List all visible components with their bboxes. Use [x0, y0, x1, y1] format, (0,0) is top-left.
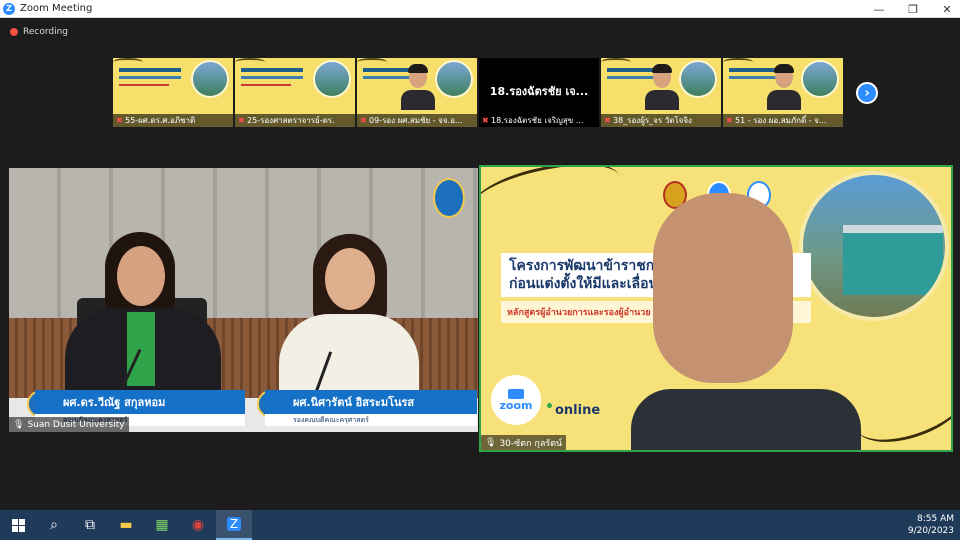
participant-name: 18.รองฉัตรชัย เจริญสุข ...	[491, 116, 584, 125]
university-emblem-icon	[433, 178, 465, 218]
chevron-right-icon: ›	[864, 85, 870, 101]
mic-icon: 🎙	[485, 437, 497, 448]
grid-icon: ▦	[155, 517, 169, 533]
online-label: online	[547, 403, 600, 418]
nameplate-role: รองคณบดีคณะครุศาสตร์	[265, 414, 477, 426]
zoom-logo: zoom	[491, 375, 541, 425]
file-explorer-button[interactable]: ▬	[108, 510, 144, 540]
participant-video	[767, 64, 801, 110]
close-button[interactable]: ✕	[940, 2, 954, 16]
muted-mic-icon: ✖	[604, 115, 611, 125]
muted-mic-icon: ✖	[482, 115, 489, 125]
participant-thumbnail[interactable]: 18.รองฉัตรชัย เจ... ✖ 18.รองฉัตรชัย เจริ…	[479, 58, 599, 127]
participant-name: 38_รองผู้ร_จร วัดโจจิง	[613, 116, 692, 125]
main-video-right-active-speaker[interactable]: โครงการพัฒนาข้าราชการ ก่อนแต่งตั้งให้มีแ…	[479, 165, 953, 452]
folder-icon: ▬	[119, 517, 133, 533]
participant-namebar: ✖ 51 - รอง ผอ.สมภักดิ์ - จ...	[723, 114, 843, 127]
main-video-left[interactable]: ผศ.ดร.วีณัฐ สกุลหอม คณบดีคณะครุศาสตร์ ผศ…	[9, 168, 478, 432]
mic-icon: 🎙	[13, 419, 25, 430]
participant-name: 09-รอง ผศ.สมชัย - จจ.อ...	[369, 116, 463, 125]
windows-taskbar: ⌕ ⧉ ▬ ▦ ◉ Z 8:55 AM 9/20/2023	[0, 510, 960, 540]
meeting-area: Recording ✖ 55-ผศ.ดร.ศ.อภิชาติ ✖ 25-รองศ…	[0, 18, 960, 510]
nameplate-person-b: ผศ.นิศารัตน์ อิสระมโนรส รองคณบดีคณะครุศา…	[239, 390, 478, 426]
nameplate-name: ผศ.ดร.วีณัฐ สกุลหอม	[35, 390, 245, 414]
muted-mic-icon: ✖	[360, 115, 367, 125]
zoom-logo-text: zoom	[499, 398, 533, 412]
online-text: online	[555, 403, 601, 418]
speaker-person-a	[65, 232, 221, 408]
window-title: Zoom Meeting	[20, 3, 93, 14]
participant-thumbnail[interactable]: ✖ 25-รองศาสตราจารย์-ดร.	[235, 58, 355, 127]
participant-thumbnail[interactable]: ✖ 51 - รอง ผอ.สมภักดิ์ - จ...	[723, 58, 843, 127]
video-name-text: Suan Dusit University	[27, 419, 125, 430]
clock-time: 8:55 AM	[917, 514, 954, 524]
participant-thumbnail[interactable]: ✖ 38_รองผู้ร_จร วัดโจจิง	[601, 58, 721, 127]
muted-mic-icon: ✖	[238, 115, 245, 125]
zoom-taskbar-button[interactable]: Z	[216, 510, 252, 540]
participant-thumbnail[interactable]: ✖ 55-ผศ.ดร.ศ.อภิชาติ	[113, 58, 233, 127]
start-button[interactable]	[0, 510, 36, 540]
participant-namebar: ✖ 25-รองศาสตราจารย์-ดร.	[235, 114, 355, 127]
participant-name: 55-ผศ.ดร.ศ.อภิชาติ	[125, 116, 196, 125]
window-controls: — ❐ ✕	[872, 0, 954, 18]
participant-namebar: ✖ 09-รอง ผศ.สมชัย - จจ.อ...	[357, 114, 477, 127]
restore-button[interactable]: ❐	[906, 2, 920, 16]
muted-mic-icon: ✖	[726, 115, 733, 125]
camera-icon	[508, 388, 524, 399]
participant-video	[645, 64, 679, 110]
participant-video	[401, 64, 435, 110]
window-titlebar: Z Zoom Meeting — ❐ ✕	[0, 0, 960, 18]
red-app-icon: ◉	[191, 517, 205, 533]
muted-mic-icon: ✖	[116, 115, 123, 125]
participant-name: 51 - รอง ผอ.สมภักดิ์ - จ...	[735, 116, 827, 125]
video-name-text: 30-ซัตก กุลรัตน์	[499, 438, 563, 449]
nameplate-name: ผศ.นิศารัตน์ อิสระมโนรส	[265, 390, 477, 414]
recording-label: Recording	[23, 27, 69, 37]
video-name-tag: 🎙 Suan Dusit University	[9, 417, 129, 432]
slide-swirl-decoration	[481, 167, 625, 233]
task-view-button[interactable]: ⧉	[72, 510, 108, 540]
participant-namebar: ✖ 18.รองฉัตรชัย เจริญสุข ...	[479, 114, 599, 127]
recording-dot-icon	[10, 28, 18, 36]
zoom-app-icon: Z	[3, 2, 15, 15]
participant-name: 25-รองศาสตราจารย์-ดร.	[247, 116, 335, 125]
app-button[interactable]: ◉	[180, 510, 216, 540]
search-icon: ⌕	[50, 517, 58, 533]
zoom-icon: Z	[226, 517, 242, 531]
active-speaker-person	[631, 193, 861, 450]
participant-strip: ✖ 55-ผศ.ดร.ศ.อภิชาติ ✖ 25-รองศาสตราจารย์…	[113, 58, 843, 127]
speaker-person-b	[279, 234, 419, 414]
recording-indicator[interactable]: Recording	[10, 27, 68, 37]
participant-namebar: ✖ 38_รองผู้ร_จร วัดโจจิง	[601, 114, 721, 127]
participant-namebar: ✖ 55-ผศ.ดร.ศ.อภิชาติ	[113, 114, 233, 127]
task-view-icon: ⧉	[85, 517, 95, 533]
store-button[interactable]: ▦	[144, 510, 180, 540]
next-page-button[interactable]: ›	[856, 82, 878, 104]
participant-video-off-name: 18.รองฉัตรชัย เจ...	[489, 85, 589, 98]
windows-logo-icon	[11, 518, 25, 532]
video-name-tag: 🎙 30-ซัตก กุลรัตน์	[481, 435, 567, 450]
system-clock[interactable]: 8:55 AM 9/20/2023	[908, 513, 954, 537]
minimize-button[interactable]: —	[872, 2, 886, 16]
search-button[interactable]: ⌕	[36, 510, 72, 540]
participant-thumbnail[interactable]: ✖ 09-รอง ผศ.สมชัย - จจ.อ...	[357, 58, 477, 127]
clock-date: 9/20/2023	[907, 526, 954, 536]
